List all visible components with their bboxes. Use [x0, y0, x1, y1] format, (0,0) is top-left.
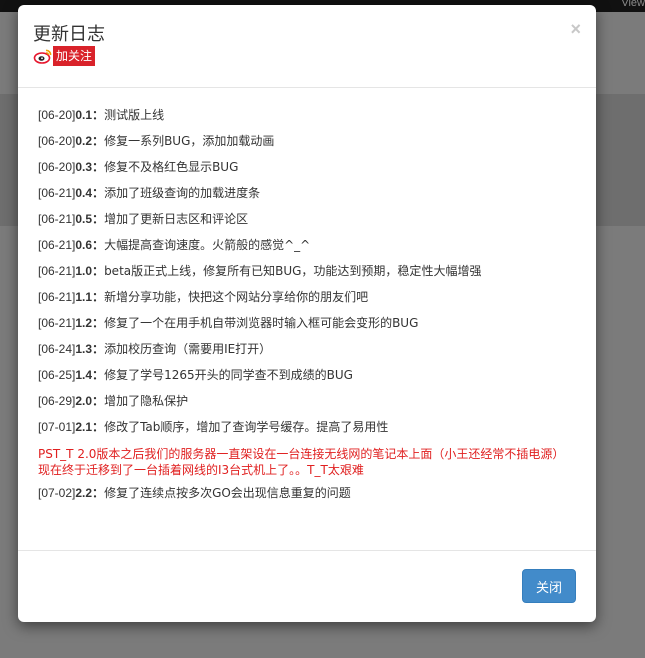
changelog-item: [06-21]1.0：beta版正式上线，修复所有已知BUG，功能达到预期，稳定…	[38, 264, 578, 290]
changelog-text: 增加了隐私保护	[104, 394, 189, 408]
changelog-date: [06-21]	[38, 186, 76, 200]
changelog-version: 1.3	[75, 342, 93, 356]
changelog-text: 添加校历查询（需要用IE打开）	[104, 342, 272, 356]
changelog-text: 修复了连续点按多次GO会出现信息重复的问题	[104, 486, 351, 500]
changelog-modal: 更新日志 × 加关注 [06-20]0.1：测试版上线 [06-20]0.2：修复…	[18, 5, 596, 622]
changelog-version: 0.6	[75, 238, 93, 252]
changelog-text: 测试版上线	[104, 108, 165, 122]
changelog-separator: ：	[92, 108, 105, 122]
changelog-date: [06-21]	[38, 290, 76, 304]
changelog-date: [06-21]	[38, 264, 76, 278]
changelog-date: [06-20]	[38, 160, 76, 174]
changelog-item: [06-20]0.2：修复一系列BUG，添加加载动画	[38, 134, 578, 160]
changelog-text: 修复不及格红色显示BUG	[104, 160, 239, 174]
changelog-version: 1.4	[75, 368, 93, 382]
changelog-date: [07-01]	[38, 420, 76, 434]
changelog-date: [06-24]	[38, 342, 76, 356]
changelog-date: [06-20]	[38, 134, 76, 148]
server-notice-line1: PST_T 2.0版本之后我们的服务器一直架设在一台连接无线网的笔记本上面（小王…	[38, 447, 565, 461]
changelog-version: 1.0	[75, 264, 93, 278]
close-icon[interactable]: ×	[570, 19, 581, 40]
changelog-item: [06-24]1.3：添加校历查询（需要用IE打开）	[38, 342, 578, 368]
changelog-text: 新增分享功能，快把这个网站分享给你的朋友们吧	[104, 290, 369, 304]
changelog-date: [06-21]	[38, 212, 76, 226]
changelog-text: 修改了Tab顺序，增加了查询学号缓存。提高了易用性	[104, 420, 389, 434]
modal-header: 更新日志 × 加关注	[18, 5, 596, 88]
changelog-version: 0.4	[75, 186, 93, 200]
modal-title: 更新日志	[33, 24, 105, 45]
changelog-text: 增加了更新日志区和评论区	[104, 212, 249, 226]
changelog-item: [07-02]2.2：修复了连续点按多次GO会出现信息重复的问题	[38, 486, 578, 512]
changelog-text: 大幅提高查询速度。火箭般的感觉^_^	[104, 238, 311, 252]
changelog-version: 0.5	[75, 212, 93, 226]
topbar-link[interactable]: View	[621, 0, 645, 9]
changelog-version: 0.3	[75, 160, 93, 174]
changelog-text: beta版正式上线，修复所有已知BUG，功能达到预期，稳定性大幅增强	[104, 264, 482, 278]
changelog-separator: ：	[92, 160, 105, 174]
changelog-text: 修复了一个在用手机自带浏览器时输入框可能会变形的BUG	[104, 316, 419, 330]
changelog-item: [06-21]1.1：新增分享功能，快把这个网站分享给你的朋友们吧	[38, 290, 578, 316]
weibo-follow-button[interactable]: 加关注	[33, 46, 96, 66]
changelog-item: [06-25]1.4：修复了学号1265开头的同学查不到成绩的BUG	[38, 368, 578, 394]
close-button[interactable]: 关闭	[522, 569, 576, 603]
server-notice: PST_T 2.0版本之后我们的服务器一直架设在一台连接无线网的笔记本上面（小王…	[38, 446, 578, 486]
changelog-separator: ：	[92, 264, 105, 278]
changelog-separator: ：	[92, 486, 105, 500]
modal-body: [06-20]0.1：测试版上线 [06-20]0.2：修复一系列BUG，添加加载…	[18, 88, 596, 551]
changelog-item: [06-21]0.6：大幅提高查询速度。火箭般的感觉^_^	[38, 238, 578, 264]
changelog-version: 1.1	[75, 290, 93, 304]
changelog-separator: ：	[92, 134, 105, 148]
changelog-version: 2.0	[75, 394, 93, 408]
changelog-list: [06-20]0.1：测试版上线 [06-20]0.2：修复一系列BUG，添加加载…	[38, 108, 578, 512]
changelog-item: [06-20]0.1：测试版上线	[38, 108, 578, 134]
changelog-separator: ：	[92, 238, 105, 252]
changelog-separator: ：	[92, 394, 105, 408]
changelog-separator: ：	[92, 212, 105, 226]
changelog-separator: ：	[92, 420, 105, 434]
changelog-separator: ：	[92, 290, 105, 304]
changelog-separator: ：	[92, 316, 105, 330]
follow-label: 加关注	[53, 46, 96, 66]
changelog-version: 1.2	[75, 316, 93, 330]
changelog-item: [06-21]1.2：修复了一个在用手机自带浏览器时输入框可能会变形的BUG	[38, 316, 578, 342]
changelog-version: 2.1	[75, 420, 93, 434]
weibo-icon	[33, 46, 53, 66]
changelog-text: 修复了学号1265开头的同学查不到成绩的BUG	[104, 368, 353, 382]
changelog-date: [07-02]	[38, 486, 76, 500]
changelog-item: [07-01]2.1：修改了Tab顺序，增加了查询学号缓存。提高了易用性	[38, 420, 578, 446]
server-notice-line2: 现在终于迁移到了一台插着网线的I3台式机上了。。T_T太艰难	[38, 463, 364, 477]
changelog-item: [06-21]0.4：添加了班级查询的加载进度条	[38, 186, 578, 212]
changelog-version: 0.2	[75, 134, 93, 148]
changelog-item: [06-20]0.3：修复不及格红色显示BUG	[38, 160, 578, 186]
changelog-item: [06-21]0.5：增加了更新日志区和评论区	[38, 212, 578, 238]
changelog-separator: ：	[92, 186, 105, 200]
changelog-text: 添加了班级查询的加载进度条	[104, 186, 261, 200]
changelog-date: [06-21]	[38, 238, 76, 252]
changelog-separator: ：	[92, 368, 105, 382]
changelog-date: [06-21]	[38, 316, 76, 330]
changelog-date: [06-29]	[38, 394, 76, 408]
changelog-version: 0.1	[75, 108, 93, 122]
changelog-date: [06-20]	[38, 108, 76, 122]
changelog-separator: ：	[92, 342, 105, 356]
changelog-item: [06-29]2.0：增加了隐私保护	[38, 394, 578, 420]
changelog-version: 2.2	[75, 486, 93, 500]
changelog-text: 修复一系列BUG，添加加载动画	[104, 134, 275, 148]
changelog-date: [06-25]	[38, 368, 76, 382]
